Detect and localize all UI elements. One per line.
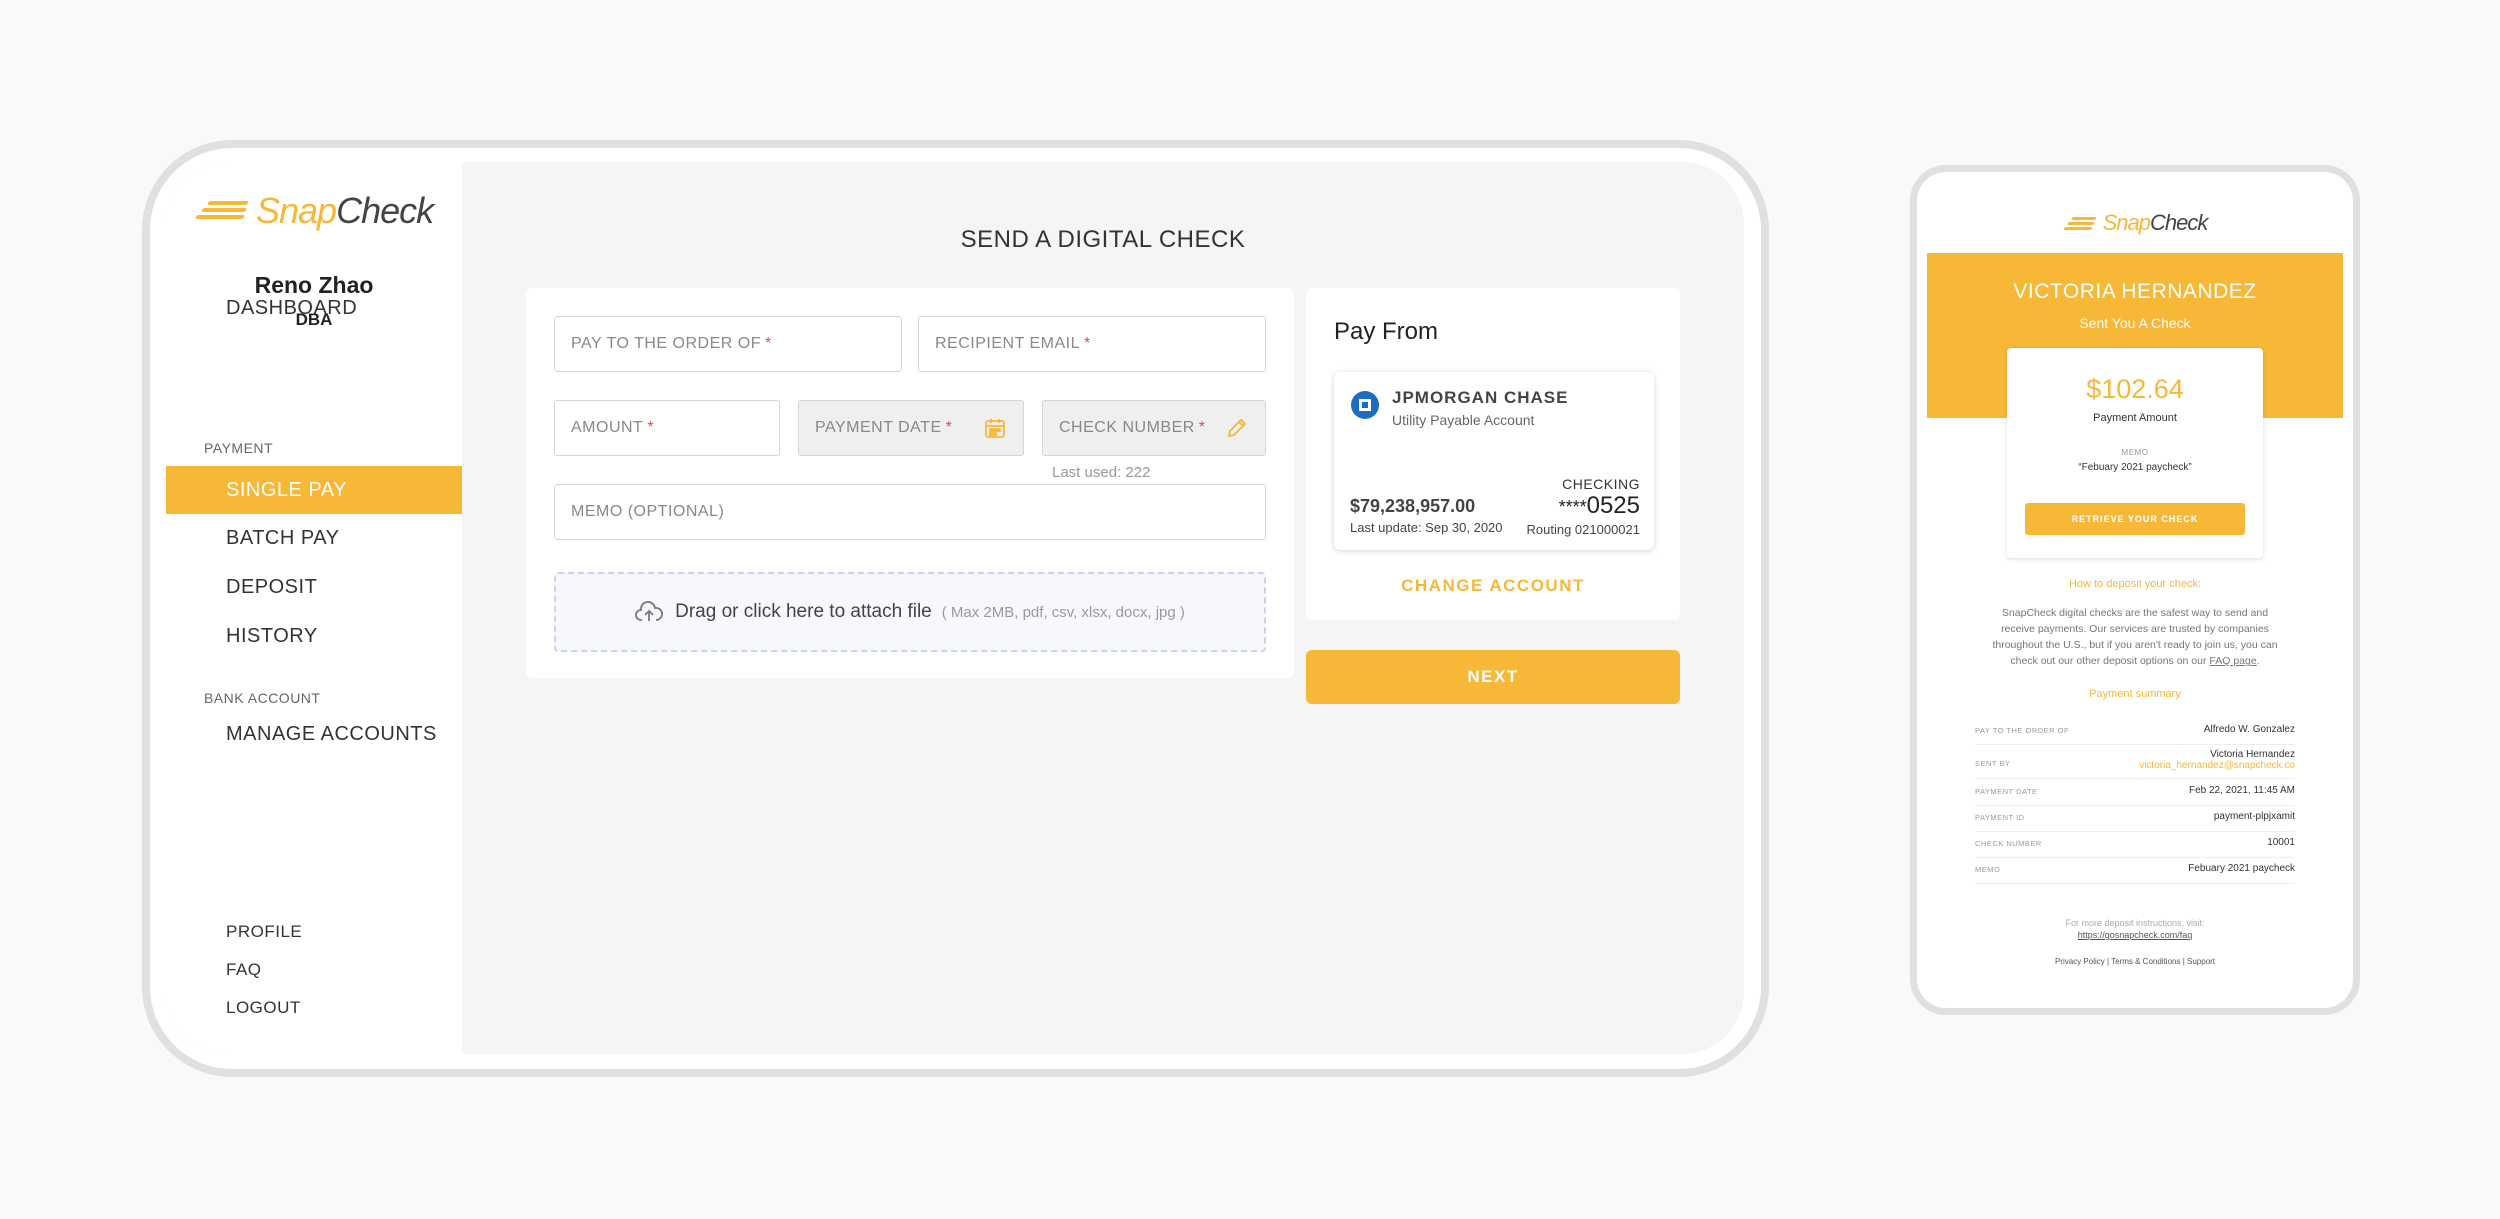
bank-last-update: Last update: Sep 30, 2020	[1350, 520, 1503, 535]
phone-screen: SnapCheck VICTORIA HERNANDEZ Sent You A …	[1927, 180, 2343, 1000]
memo-input[interactable]: MEMO (OPTIONAL)	[554, 484, 1266, 540]
file-dropzone[interactable]: Drag or click here to attach file ( Max …	[554, 572, 1266, 652]
next-button[interactable]: NEXT	[1306, 650, 1680, 704]
summary-row: SENT BY Victoria Hernandez victoria_herna…	[1975, 747, 2295, 779]
attach-text: Drag or click here to attach file	[675, 601, 932, 622]
sidebar-section-bank-account: BANK ACCOUNT	[204, 690, 321, 706]
logo-text: SnapCheck	[256, 190, 434, 231]
check-number-input[interactable]: CHECK NUMBER *	[1042, 400, 1266, 456]
payment-date-input[interactable]: PAYMENT DATE *	[798, 400, 1024, 456]
attach-hint: ( Max 2MB, pdf, csv, xlsx, docx, jpg )	[941, 603, 1185, 621]
logo-speed-lines-icon	[2063, 216, 2099, 230]
cloud-upload-icon	[635, 601, 664, 621]
sidebar-item-batch-pay[interactable]: BATCH PAY	[166, 514, 462, 562]
email-summary-title: Payment summary	[2089, 688, 2181, 700]
email-memo: “Febuary 2021 paycheck”	[2078, 462, 2192, 473]
email-amount: $102.64	[2086, 374, 2184, 404]
page-title: SEND A DIGITAL CHECK	[960, 226, 1246, 253]
email-footer-links[interactable]: Privacy Policy | Terms & Conditions | Su…	[1927, 957, 2343, 966]
pay-from-title: Pay From	[1334, 318, 1439, 345]
summary-row: PAY TO THE ORDER OF Alfredo W. Gonzalez	[1975, 721, 2295, 745]
tablet-screen: SnapCheck Reno Zhao DBA DASHBOARD PAYMEN…	[166, 162, 1744, 1054]
bank-name: JPMORGAN CHASE	[1392, 388, 1569, 407]
summary-row: PAYMENT DATE Feb 22, 2021, 11:45 AM	[1975, 780, 2295, 806]
email-brand-logo: SnapCheck	[1927, 210, 2343, 236]
sidebar-section-payment: PAYMENT	[204, 440, 274, 456]
email-howto-title: How to deposit your check:	[2068, 578, 2202, 590]
email-amount-label: Payment Amount	[2093, 412, 2177, 424]
sidebar: SnapCheck Reno Zhao DBA DASHBOARD PAYMEN…	[166, 162, 462, 1054]
email-check-card: $102.64 Payment Amount MEMO “Febuary 202…	[2007, 348, 2263, 558]
summary-row: MEMO Febuary 2021 paycheck	[1975, 858, 2295, 884]
sidebar-item-faq[interactable]: FAQ	[226, 960, 262, 980]
calendar-icon[interactable]	[983, 416, 1007, 440]
bank-account-number: ****0525	[1558, 492, 1640, 519]
pencil-edit-icon[interactable]	[1225, 416, 1249, 440]
email-description: SnapCheck digital checks are the safest …	[1992, 607, 2278, 667]
sidebar-item-dashboard[interactable]: DASHBOARD	[166, 284, 462, 332]
pay-to-input[interactable]: PAY TO THE ORDER OF *	[554, 316, 902, 372]
sidebar-item-single-pay[interactable]: SINGLE PAY	[166, 466, 462, 514]
email-sent-text: Sent You A Check	[2079, 315, 2191, 331]
email-sender-name: VICTORIA HERNANDEZ	[2013, 280, 2257, 303]
brand-logo[interactable]: SnapCheck	[194, 190, 434, 232]
bank-account-kind: CHECKING	[1562, 476, 1640, 492]
sidebar-item-deposit[interactable]: DEPOSIT	[166, 563, 462, 611]
main-content: SEND A DIGITAL CHECK PAY TO THE ORDER OF…	[462, 162, 1744, 1054]
sender-email-link[interactable]: victoria_hernandez@snapcheck.co	[2139, 760, 2295, 771]
email-footer-faq-link[interactable]: https://gosnapcheck.com/faq	[1927, 930, 2343, 940]
email-footer-text: For more deposit instructions, visit:	[2065, 918, 2205, 928]
sidebar-item-profile[interactable]: PROFILE	[226, 922, 302, 942]
faq-page-link[interactable]: FAQ page	[2209, 655, 2256, 667]
email-memo-label: MEMO	[2121, 448, 2149, 457]
change-account-link[interactable]: CHANGE ACCOUNT	[1306, 576, 1680, 596]
sidebar-item-logout[interactable]: LOGOUT	[226, 998, 301, 1018]
bank-routing-number: Routing 021000021	[1526, 522, 1641, 537]
bank-account-card[interactable]: JPMORGAN CHASE Utility Payable Account $…	[1334, 372, 1654, 550]
bank-balance: $79,238,957.00	[1350, 496, 1476, 516]
retrieve-check-button[interactable]: RETRIEVE YOUR CHECK	[2025, 503, 2245, 535]
check-form-card: PAY TO THE ORDER OF * RECIPIENT EMAIL * AM…	[526, 288, 1294, 678]
logo-speed-lines-icon	[194, 199, 252, 223]
summary-row: PAYMENT ID payment-plpjxamit	[1975, 806, 2295, 832]
check-number-hint: Last used: 222	[1052, 464, 1151, 481]
bank-account-type: Utility Payable Account	[1392, 412, 1535, 428]
amount-input[interactable]: AMOUNT *	[554, 400, 780, 456]
sidebar-item-history[interactable]: HISTORY	[166, 612, 462, 660]
summary-row: CHECK NUMBER 10001	[1975, 832, 2295, 858]
recipient-email-input[interactable]: RECIPIENT EMAIL *	[918, 316, 1266, 372]
sidebar-item-manage-accounts[interactable]: MANAGE ACCOUNTS	[166, 710, 462, 758]
chase-bank-logo-icon	[1351, 391, 1379, 419]
pay-from-card: Pay From JPMORGAN CHASE Utility Payable …	[1306, 288, 1680, 620]
